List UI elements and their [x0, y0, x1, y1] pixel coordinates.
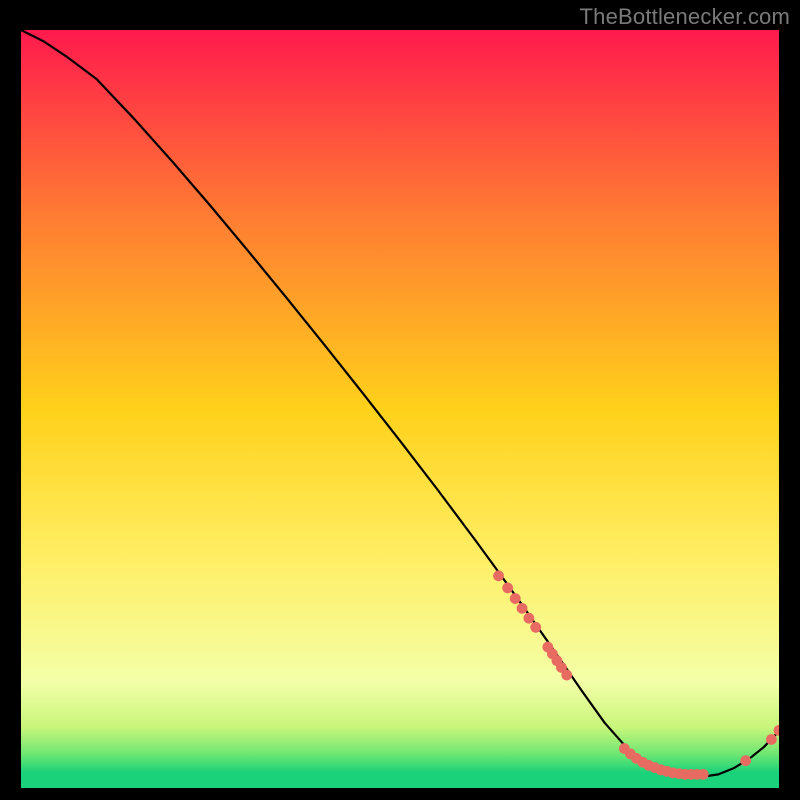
data-marker	[493, 570, 504, 581]
chart-stage: TheBottlenecker.com	[0, 0, 800, 800]
chart-background-gradient	[21, 30, 779, 788]
data-marker	[530, 622, 541, 633]
chart-svg	[21, 30, 779, 788]
data-marker	[740, 755, 751, 766]
chart-plot-area	[21, 30, 779, 788]
data-marker	[510, 593, 521, 604]
data-marker	[561, 670, 572, 681]
attribution-text: TheBottlenecker.com	[580, 4, 790, 30]
data-marker	[502, 582, 513, 593]
data-marker	[517, 603, 528, 614]
data-marker	[766, 734, 777, 745]
data-marker	[523, 613, 534, 624]
data-marker	[698, 769, 709, 780]
